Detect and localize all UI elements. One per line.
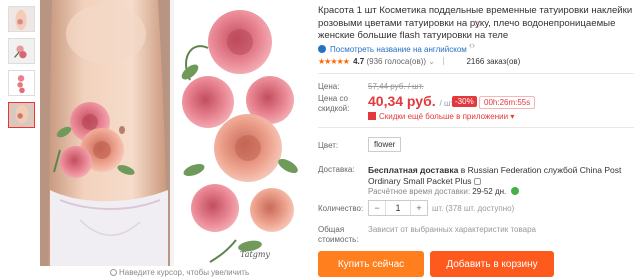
countdown-timer: 00h:26m:55s [479,96,536,109]
thumbnail-2[interactable] [8,38,35,64]
thumbnail-3-image [9,71,34,95]
stock-available: шт. (378 шт. доступно) [432,204,515,213]
thumbnail-2-image [9,39,34,63]
info-icon[interactable] [510,187,519,195]
total-note: Зависит от выбранных характеристик товар… [368,225,536,234]
free-delivery-text: Бесплатная доставка [368,165,459,175]
chevron-down-icon: ▾ [510,112,515,121]
star-icon: ★★★★★ [318,57,350,66]
magnifier-icon [110,269,117,276]
more-icon[interactable]: ‹› [469,40,475,50]
delivery-time-value: 29-52 дн. [472,187,507,196]
translate-link-text: Посмотреть название на английском [330,45,467,54]
delivery-time-label: Расчётное время доставки: [368,187,471,196]
price-label: Цена: [318,82,340,91]
divider [318,73,634,74]
add-to-cart-button[interactable]: Добавить в корзину [430,251,554,277]
main-product-image[interactable]: Tatgmy [40,0,308,266]
discount-badge: -30% [452,96,477,107]
quantity-stepper: − 1 + [368,200,428,216]
zoom-hint: Наведите курсор, чтобы увеличить [110,268,249,277]
chevron-down-icon[interactable]: ⌄ [428,57,435,66]
rating-row: ★★★★★ 4.7 (936 голоса(ов)) ⌄ 2166 заказ(… [318,57,520,66]
buy-now-button[interactable]: Купить сейчас [318,251,424,277]
thumbnail-4-image [9,103,34,127]
thumbnail-4[interactable] [8,102,35,128]
watermark-text: Tatgmy [240,250,270,259]
quantity-decrease-button[interactable]: − [369,203,385,213]
thumbnail-list [8,6,38,134]
rating-votes[interactable]: (936 голоса(ов)) [366,57,426,66]
zoom-hint-text: Наведите курсор, чтобы увеличить [119,268,250,277]
product-photo [40,0,308,266]
globe-icon [318,45,326,53]
color-label: Цвет: [318,141,339,150]
orders-count: 2166 заказ(ов) [466,57,521,66]
app-discount-link[interactable]: Скидки ещё больше в приложении ▾ [368,112,514,121]
quantity-label: Количество: [318,204,364,213]
thumbnail-1[interactable] [8,6,35,32]
rating-score: 4.7 [353,57,365,66]
delivery-label: Доставка: [318,165,355,174]
discount-price-label: Цена со скидкой: [318,94,350,113]
total-label: Общая стоимость: [318,225,359,244]
delivery-region[interactable]: Russian Federation [468,165,542,175]
color-option-flower[interactable]: flower [368,137,402,152]
delivery-to: в [460,165,466,175]
delivery-time: Расчётное время доставки: 29-52 дн. [368,187,519,196]
old-price: 57,44 руб. / шт. [368,82,424,91]
heart-icon[interactable]: ♡ [473,20,482,31]
delivery-carrier-prefix: службой [543,165,578,175]
new-price: 40,34 руб. / шт. [368,93,455,109]
divider [443,57,445,65]
dropdown-icon[interactable] [473,178,481,185]
qr-icon [368,112,376,120]
quantity-increase-button[interactable]: + [411,203,427,213]
translate-link[interactable]: Посмотреть название на английском [318,45,467,54]
thumbnail-3[interactable] [8,70,35,96]
thumbnail-1-image [9,7,34,31]
delivery-info: Бесплатная доставка в Russian Federation… [368,165,634,187]
divider [318,127,634,128]
app-discount-text: Скидки ещё больше в приложении [379,112,509,121]
quantity-input[interactable]: 1 [385,201,411,215]
new-price-value: 40,34 руб. [368,93,436,109]
